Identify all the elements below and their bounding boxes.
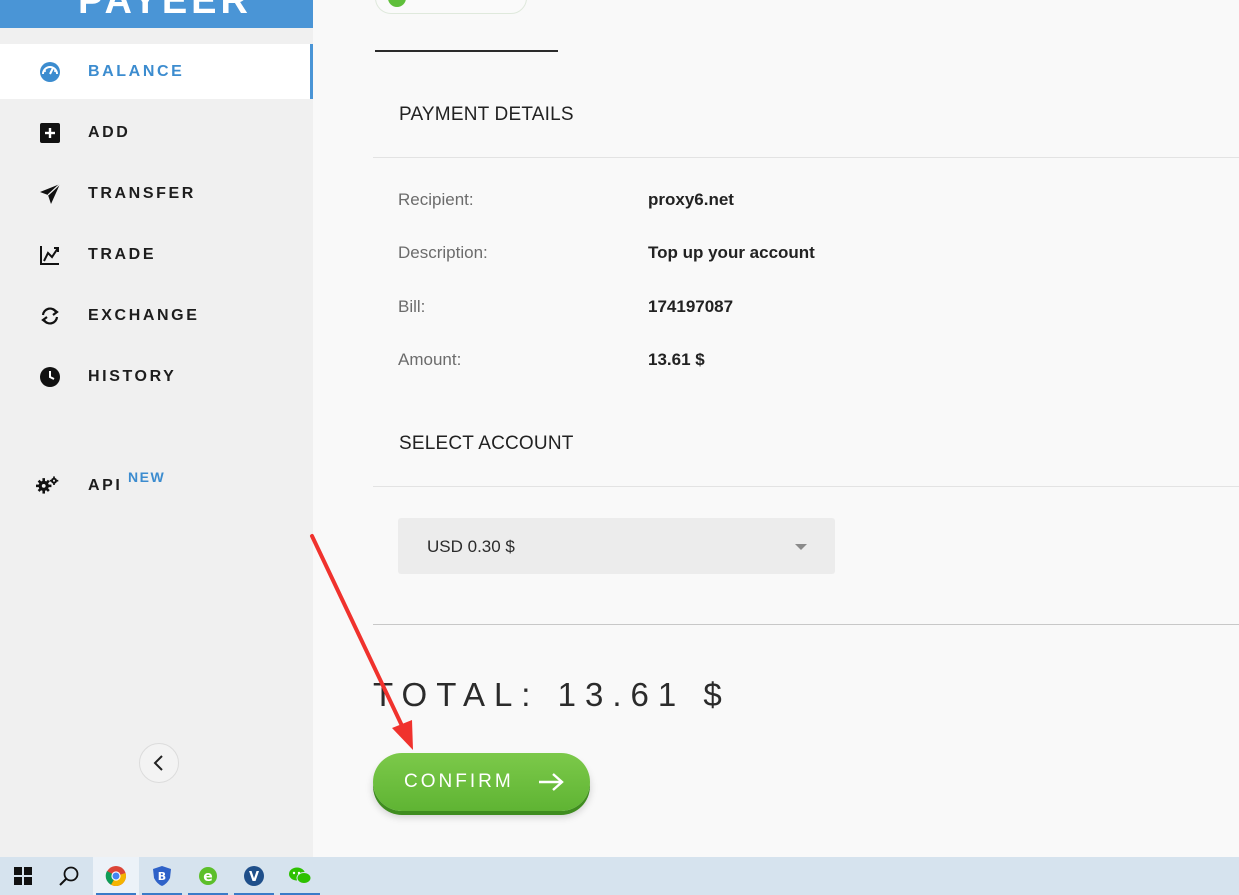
- shield-app-icon: B: [153, 866, 171, 886]
- taskbar-wechat[interactable]: [277, 857, 323, 895]
- chrome-icon: [105, 866, 126, 887]
- windows-start-icon: [14, 867, 32, 885]
- sidebar-item-label: API: [88, 477, 123, 494]
- bill-label: Bill:: [398, 297, 426, 316]
- gears-icon: [36, 473, 60, 497]
- account-select[interactable]: USD 0.30 $: [398, 518, 835, 574]
- tab-underline: [375, 50, 558, 52]
- taskbar-start[interactable]: [0, 857, 46, 895]
- sidebar-item-transfer[interactable]: TRANSFER: [0, 166, 313, 221]
- description-value: Top up your account: [648, 243, 815, 262]
- recipient-value: proxy6.net: [648, 190, 734, 209]
- logo-bar: PAYEER: [0, 0, 313, 28]
- taskbar-search[interactable]: [46, 857, 92, 895]
- dashboard-gauge-icon: [38, 60, 62, 84]
- sidebar-item-label: EXCHANGE: [88, 306, 200, 324]
- search-icon: [59, 866, 79, 886]
- svg-text:e: e: [203, 869, 213, 885]
- taskbar-v-app[interactable]: V: [231, 857, 277, 895]
- sidebar-item-label: ADD: [88, 123, 131, 141]
- paper-plane-icon: [38, 182, 62, 206]
- refresh-arrows-icon: [38, 304, 62, 328]
- amount-label: Amount:: [398, 350, 462, 369]
- ie-browser-icon: e: [199, 867, 217, 885]
- new-badge: NEW: [128, 469, 166, 485]
- taskbar: B e V: [0, 857, 1239, 895]
- recipient-label: Recipient:: [398, 190, 474, 209]
- divider: [373, 624, 1239, 625]
- plus-square-icon: [38, 121, 62, 145]
- top-pill[interactable]: [375, 0, 527, 14]
- description-label: Description:: [398, 243, 488, 262]
- sidebar-item-trade[interactable]: TRADE: [0, 227, 313, 282]
- wechat-icon: [289, 867, 312, 884]
- sidebar-item-label: TRADE: [88, 245, 157, 263]
- amount-value: 13.61 $: [648, 350, 705, 369]
- sidebar-item-history[interactable]: HISTORY: [0, 349, 313, 404]
- payment-details-title: PAYMENT DETAILS: [399, 104, 574, 125]
- annotation-arrow: [310, 534, 413, 750]
- sidebar-item-exchange[interactable]: EXCHANGE: [0, 288, 313, 343]
- chevron-left-icon: [153, 755, 163, 771]
- v-app-icon: V: [244, 866, 264, 886]
- clock-icon: [38, 365, 62, 389]
- sidebar-item-label: BALANCE: [88, 62, 185, 80]
- taskbar-chrome[interactable]: [93, 857, 139, 895]
- sidebar-item-label: HISTORY: [88, 367, 177, 385]
- collapse-sidebar-button[interactable]: [139, 743, 179, 783]
- sidebar-item-balance[interactable]: BALANCE: [0, 44, 313, 99]
- account-select-value: USD 0.30 $: [427, 537, 515, 556]
- arrow-right-icon: [539, 773, 564, 791]
- svg-text:V: V: [249, 870, 259, 885]
- divider: [373, 157, 1239, 158]
- chart-trend-icon: [38, 243, 62, 267]
- main-content: PAYMENT DETAILS Recipient: proxy6.net De…: [313, 0, 1239, 857]
- confirm-button-label: CONFIRM: [404, 771, 514, 792]
- taskbar-ie-browser[interactable]: e: [185, 857, 231, 895]
- sidebar-item-label: TRANSFER: [88, 184, 196, 202]
- status-dot-icon: [388, 0, 406, 7]
- bill-value: 174197087: [648, 297, 734, 316]
- sidebar: PAYEER BALANCE ADD TRANSFER TRADE EXCHAN…: [0, 0, 313, 857]
- svg-text:B: B: [158, 870, 166, 883]
- taskbar-shield-app[interactable]: B: [139, 857, 185, 895]
- divider: [373, 486, 1239, 487]
- sidebar-item-add[interactable]: ADD: [0, 105, 313, 160]
- logo[interactable]: PAYEER: [78, 0, 252, 23]
- confirm-button[interactable]: CONFIRM: [373, 753, 590, 811]
- caret-down-icon: [795, 544, 807, 550]
- select-account-title: SELECT ACCOUNT: [399, 433, 574, 454]
